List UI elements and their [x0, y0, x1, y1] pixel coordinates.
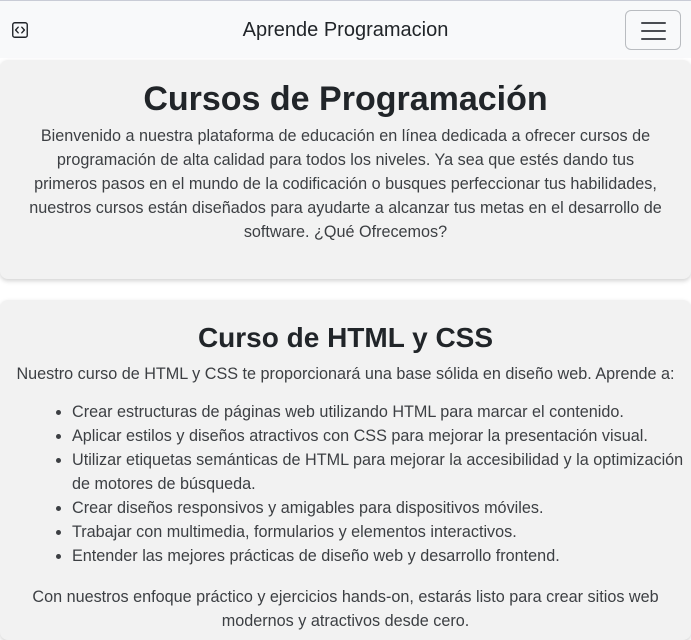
course-closing-paragraph: Con nuestros enfoque práctico y ejercici…: [32, 588, 659, 630]
page-title: Cursos de Programación: [143, 80, 548, 118]
navbar: Aprende Programacion: [0, 0, 691, 58]
list-item: Crear diseños responsivos y amigables pa…: [72, 496, 691, 520]
list-item: Utilizar etiquetas semánticas de HTML pa…: [72, 448, 691, 496]
navbar-toggle-button[interactable]: [625, 10, 681, 50]
course-feature-list: Crear estructuras de páginas web utiliza…: [32, 400, 691, 568]
course-lead: Nuestro curso de HTML y CSS te proporcio…: [16, 365, 675, 383]
hero-card: Cursos de Programación Bienvenido a nues…: [0, 60, 691, 279]
list-item: Trabajar con multimedia, formularios y e…: [72, 520, 691, 544]
hamburger-menu-icon: [641, 22, 666, 24]
list-item: Entender las mejores prácticas de diseño…: [72, 544, 691, 568]
intro-paragraph: Bienvenido a nuestra plataforma de educa…: [29, 127, 662, 241]
course-title: Curso de HTML y CSS: [197, 322, 494, 353]
list-item: Aplicar estilos y diseños atractivos con…: [72, 424, 691, 448]
course-card: Curso de HTML y CSS Nuestro curso de HTM…: [0, 300, 691, 640]
hamburger-menu-icon: [641, 38, 666, 40]
list-item: Crear estructuras de páginas web utiliza…: [72, 400, 691, 424]
hamburger-menu-icon: [641, 30, 666, 32]
brand-title[interactable]: Aprende Programacion: [0, 18, 691, 42]
